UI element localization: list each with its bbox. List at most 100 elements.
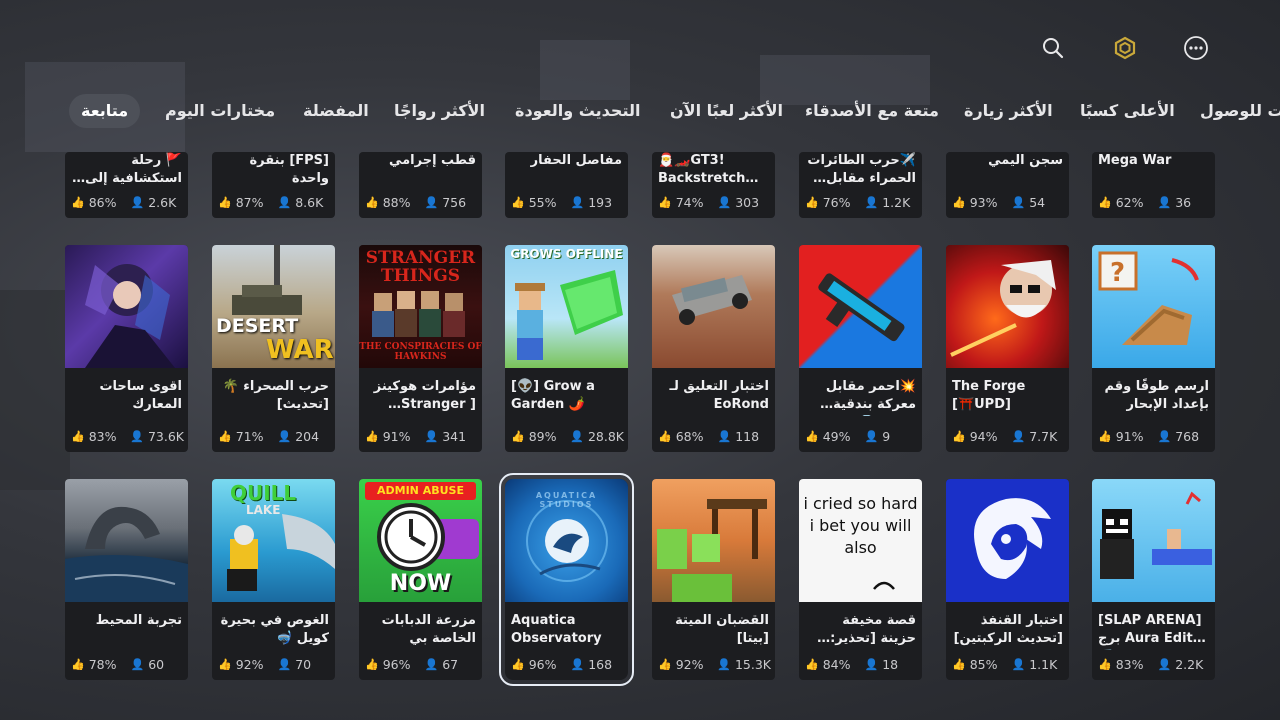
players-icon: 👤 bbox=[1157, 430, 1172, 443]
game-card-selected[interactable]: AQUATICA STUDIOS Aquatica Observatory 👍 9… bbox=[499, 473, 634, 686]
game-thumbnail: ? bbox=[1092, 245, 1215, 368]
game-title: مؤامرات هوكينز [ Stranger Things bbox=[373, 379, 476, 416]
thumbs-up-icon: 👍 bbox=[805, 658, 819, 671]
players-icon: 👤 bbox=[424, 196, 439, 209]
game-card[interactable]: ADMIN ABUSE NOW مزرعة الدبابات الخاصة بي… bbox=[359, 479, 482, 680]
game-title: 🚩 رحلة استكشافية إلى انتاركتيكا bbox=[85, 153, 182, 190]
game-card[interactable]: ? ارسم طوفًا وقم بإعداد الإبحار 👍 91% 👤 768 bbox=[1092, 245, 1215, 452]
thumbs-up-icon: 👍 bbox=[71, 196, 85, 209]
game-title: قصة مخيفة حزينة [تحذير: حزين] [سوف bbox=[830, 613, 916, 650]
game-thumbnail bbox=[652, 245, 775, 368]
players-icon: 👤 bbox=[864, 196, 879, 209]
thumbs-up-icon: 👍 bbox=[952, 430, 966, 443]
game-card[interactable]: i cried so hard i bet you will also قصة … bbox=[799, 479, 922, 680]
game-stats: 👍 96% 👤 67 bbox=[365, 657, 459, 672]
game-thumbnail bbox=[1092, 479, 1215, 602]
thumbs-up-icon: 👍 bbox=[365, 196, 379, 209]
game-thumbnail bbox=[652, 479, 775, 602]
game-title: سجن اليمي bbox=[988, 153, 1063, 168]
game-card[interactable]: Mega War 👍 62% 👤 36 bbox=[1092, 152, 1215, 218]
thumbs-up-icon: 👍 bbox=[218, 196, 232, 209]
game-card[interactable]: ✈️حرب الطائرات الحمراء مقابل الطائرات 👍7… bbox=[799, 152, 922, 218]
game-card[interactable]: مفاصل الحفار 👍 55% 👤 193 bbox=[505, 152, 628, 218]
thumbs-up-icon: 👍 bbox=[218, 658, 232, 671]
game-stats: 👍 83% 👤 73.6K bbox=[71, 429, 184, 444]
game-title: اختبار القنفذ [تحديث الركبتين] bbox=[953, 613, 1063, 646]
thumbs-up-icon: 👍 bbox=[1098, 658, 1112, 671]
game-card[interactable]: 💥احمر مقابل معركة بندقية زرقاء!💎 👍49%👤9 bbox=[799, 245, 922, 452]
players-icon: 👤 bbox=[1157, 658, 1172, 671]
game-card[interactable]: اختبار التعليق لـ EoRond 👍 68% 👤 118 bbox=[652, 245, 775, 452]
game-stats: 👍 91% 👤 768 bbox=[1098, 429, 1200, 444]
game-stats: 👍 92% 👤 15.3K bbox=[658, 657, 771, 672]
game-stats: 👍 88% 👤 756 bbox=[365, 195, 467, 210]
players-icon: 👤 bbox=[1157, 196, 1172, 209]
game-stats: 👍 55% 👤 193 bbox=[511, 195, 613, 210]
game-card[interactable]: DESERT WAR حرب الصحراء 🌴 [تحديث] 👍 71% 👤 20… bbox=[212, 245, 335, 452]
players-icon: 👤 bbox=[130, 658, 145, 671]
game-title: الغوص في بحيرة كويل 🤿 bbox=[220, 613, 329, 646]
game-card[interactable]: القضبان الميتة [بيتا] 👍 92% 👤 15.3K bbox=[652, 479, 775, 680]
players-icon: 👤 bbox=[864, 658, 879, 671]
game-title: مزرعة الدبابات الخاصة بي bbox=[381, 613, 476, 646]
players-icon: 👤 bbox=[130, 430, 144, 443]
game-title: مفاصل الحفار bbox=[530, 153, 622, 168]
game-stats: 👍 76% 👤 1.2K bbox=[805, 195, 911, 210]
players-icon: 👤 bbox=[717, 430, 732, 443]
game-title: Aquatica Observatory bbox=[511, 613, 602, 646]
game-title: قطب إجرامي bbox=[388, 153, 476, 168]
game-thumbnail bbox=[946, 245, 1069, 368]
game-stats: 👍 89% 👤 28.8K bbox=[511, 429, 624, 444]
game-card[interactable]: GROWS OFFLINE [👽] Grow a Garden 🌶️ 👍 89% 👤… bbox=[505, 245, 628, 452]
players-icon: 👤 bbox=[424, 430, 439, 443]
game-card[interactable]: QUILL LAKE الغوص في بحيرة كويل 🤿 👍 92% 👤 70 bbox=[212, 479, 335, 680]
game-title: [FPS] بنقرة واحدة bbox=[249, 153, 329, 186]
thumbs-up-icon: 👍 bbox=[658, 430, 672, 443]
players-icon: 👤 bbox=[570, 430, 584, 443]
game-stats: 👍 83% 👤 2.2K bbox=[1098, 657, 1204, 672]
game-stats: 👍 84% 👤 18 bbox=[805, 657, 899, 672]
game-thumbnail bbox=[946, 479, 1069, 602]
thumb-text-desert: DESERT bbox=[216, 315, 299, 337]
players-icon: 👤 bbox=[424, 658, 439, 671]
game-card[interactable]: اقوى ساحات المعارك 👍 83% 👤 73.6K bbox=[65, 245, 188, 452]
game-thumbnail bbox=[65, 245, 188, 368]
thumbs-up-icon: 👍 bbox=[365, 658, 379, 671]
thumbs-up-icon: 👍 bbox=[1098, 430, 1112, 443]
players-icon: 👤 bbox=[570, 196, 585, 209]
game-card[interactable]: تجربة المحيط 👍 78% 👤 60 bbox=[65, 479, 188, 680]
thumbs-up-icon: 👍 bbox=[365, 430, 379, 443]
players-icon: 👤 bbox=[130, 196, 145, 209]
game-thumbnail: QUILL LAKE bbox=[212, 479, 335, 602]
game-stats: 👍 78% 👤 60 bbox=[71, 657, 165, 672]
game-card[interactable]: STRANGER THINGS THE CONSPIRACIES OF HAWK… bbox=[359, 245, 482, 452]
game-card[interactable]: [FPS] بنقرة واحدة 👍 87% 👤 8.6K bbox=[212, 152, 335, 218]
game-stats: 👍 91% 👤 341 bbox=[365, 429, 467, 444]
game-title: The Forge [⛩️UPD] bbox=[952, 379, 1026, 412]
thumbs-up-icon: 👍 bbox=[218, 430, 232, 443]
game-title: اقوى ساحات المعارك bbox=[99, 379, 182, 412]
players-icon: 👤 bbox=[277, 430, 292, 443]
game-stats: 👍 85% 👤 1.1K bbox=[952, 657, 1058, 672]
game-card[interactable]: The Forge [⛩️UPD] 👍 94% 👤 7.7K bbox=[946, 245, 1069, 452]
thumbs-up-icon: 👍 bbox=[511, 658, 525, 671]
game-card[interactable]: [SLAP ARENA] برج Aura Edit 🎵 👍83%👤2.2K bbox=[1092, 479, 1215, 680]
game-card[interactable]: سجن اليمي 👍 93% 👤 54 bbox=[946, 152, 1069, 218]
game-title: ✈️حرب الطائرات الحمراء مقابل الطائرات bbox=[807, 153, 916, 190]
players-icon: 👤 bbox=[717, 658, 731, 671]
game-stats: 👍 94% 👤 7.7K bbox=[952, 429, 1058, 444]
svg-text:?: ? bbox=[1110, 258, 1125, 288]
thumbs-up-icon: 👍 bbox=[71, 658, 85, 671]
game-title: Mega War bbox=[1098, 153, 1172, 168]
game-thumbnail: AQUATICA STUDIOS bbox=[505, 479, 628, 602]
game-stats: 👍 87% 👤 8.6K bbox=[218, 195, 324, 210]
game-stats: 👍 86% 👤 2.6K bbox=[71, 195, 177, 210]
game-card[interactable]: قطب إجرامي 👍 88% 👤 756 bbox=[359, 152, 482, 218]
game-card[interactable]: 🚩 رحلة استكشافية إلى انتاركتيكا 👍86%👤2.6… bbox=[65, 152, 188, 218]
game-title: [SLAP ARENA] برج Aura Edit 🎵 bbox=[1098, 613, 1202, 650]
thumbs-up-icon: 👍 bbox=[952, 658, 966, 671]
game-title: تجربة المحيط bbox=[95, 613, 182, 628]
game-card[interactable]: اختبار القنفذ [تحديث الركبتين] 👍 85% 👤 1.1K bbox=[946, 479, 1069, 680]
game-card[interactable]: 🎅🏎️GT3! Backstretch B... 👍74%👤303 bbox=[652, 152, 775, 218]
thumbs-up-icon: 👍 bbox=[805, 196, 819, 209]
